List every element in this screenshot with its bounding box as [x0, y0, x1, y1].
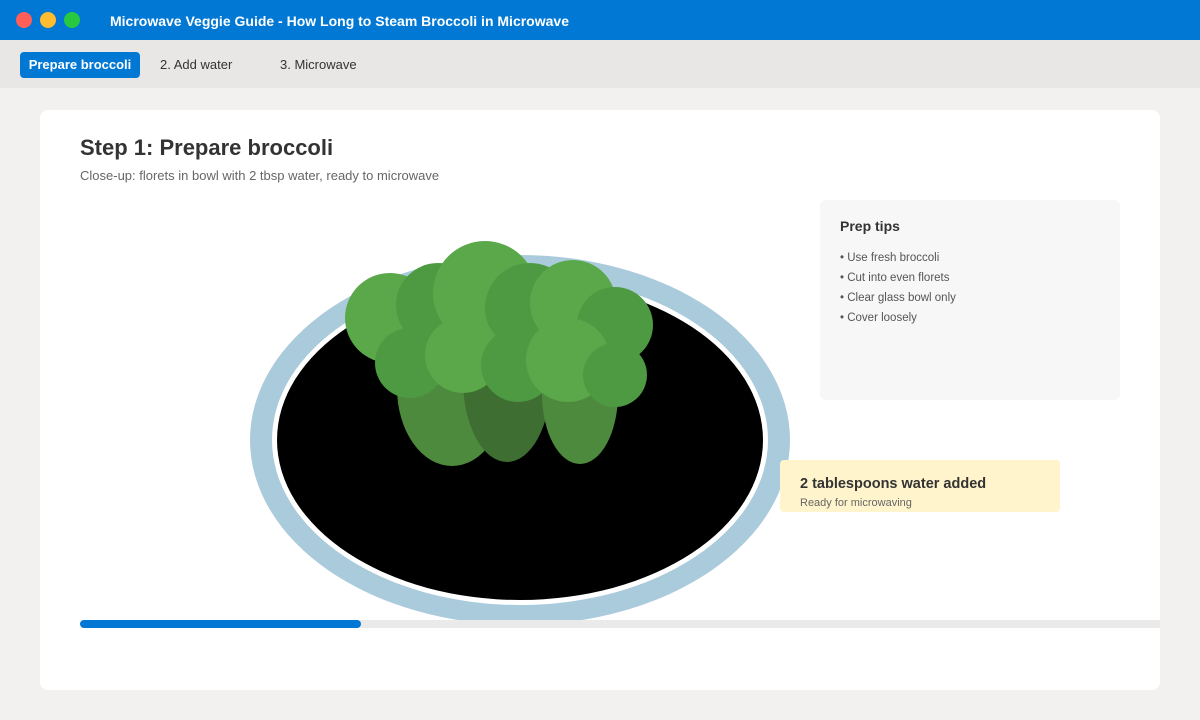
prep-tips-panel: Prep tips • Use fresh broccoli • Cut int…	[820, 200, 1120, 400]
minimize-window-button[interactable]	[40, 12, 56, 28]
step-card: Step 1: Prepare broccoli Close-up: flore…	[40, 110, 1160, 690]
water-added-note: 2 tablespoons water added Ready for micr…	[780, 460, 1060, 512]
tab-add-water[interactable]: 2. Add water	[160, 52, 232, 78]
close-window-button[interactable]	[16, 12, 32, 28]
prep-tips-list: • Use fresh broccoli • Cut into even flo…	[840, 248, 956, 328]
window-title: Microwave Veggie Guide - How Long to Ste…	[110, 13, 569, 29]
title-bar: Microwave Veggie Guide - How Long to Ste…	[0, 0, 1200, 40]
prep-tip-item: • Cover loosely	[840, 312, 917, 324]
broccoli-bowl-illustration	[250, 241, 790, 625]
water-added-title: 2 tablespoons water added	[800, 476, 987, 492]
step-progress-fill	[80, 620, 361, 628]
tab-microwave[interactable]: 3. Microwave	[280, 52, 357, 78]
water-added-subtitle: Ready for microwaving	[800, 497, 912, 509]
broccoli-floret	[583, 343, 647, 407]
step-tab-bar: Prepare broccoli 2. Add water 3. Microwa…	[0, 40, 1200, 88]
prep-tip-item: • Use fresh broccoli	[840, 252, 940, 264]
prep-tips-title: Prep tips	[840, 218, 900, 234]
step-progress-bar	[80, 620, 1160, 628]
tab-prepare-broccoli[interactable]: Prepare broccoli	[20, 52, 140, 78]
maximize-window-button[interactable]	[64, 12, 80, 28]
prep-tip-item: • Cut into even florets	[840, 272, 950, 284]
prep-tip-item: • Clear glass bowl only	[840, 292, 956, 304]
